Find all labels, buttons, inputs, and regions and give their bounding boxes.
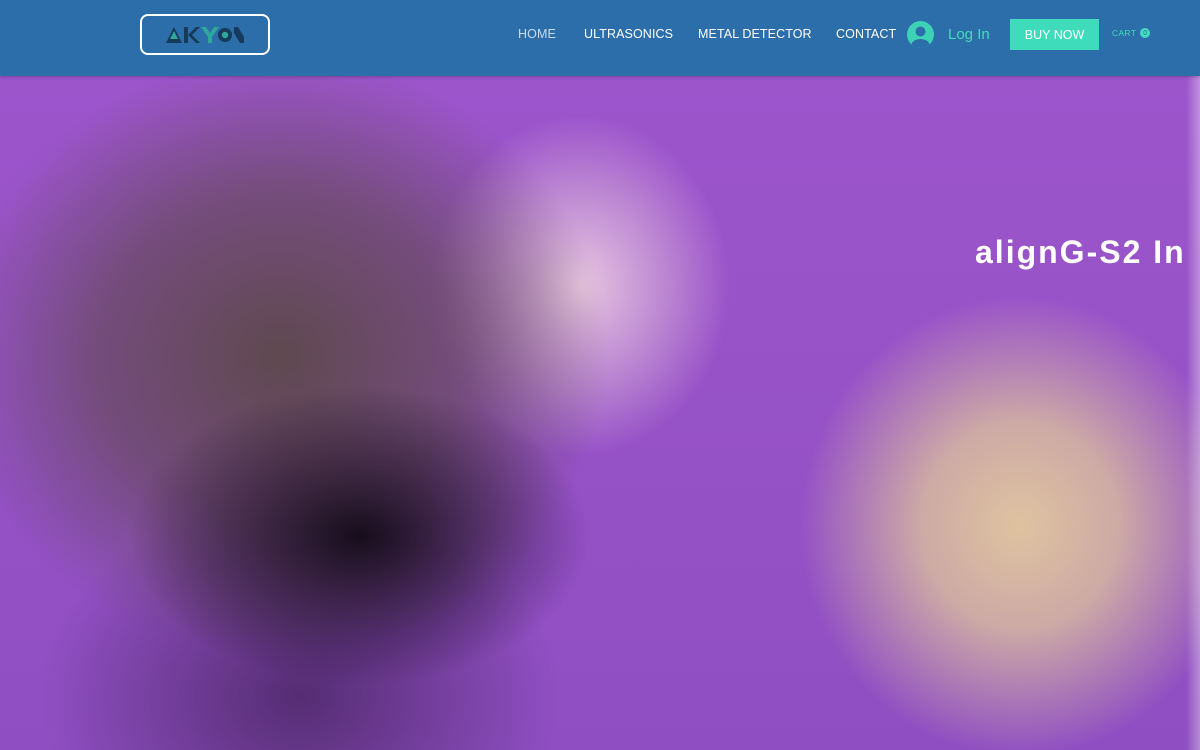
nav-metal-detector[interactable]: METAL DETECTOR xyxy=(698,27,812,41)
login-button[interactable]: Log In xyxy=(907,20,990,48)
logo[interactable] xyxy=(140,14,270,55)
akyon-logo-mark xyxy=(166,26,244,43)
nav-ultrasonics[interactable]: ULTRASONICS xyxy=(584,27,673,41)
cart-label: CART xyxy=(1112,28,1137,38)
hero-edge-fade xyxy=(1186,76,1200,750)
site-header: HOME ULTRASONICS METAL DETECTOR CONTACT … xyxy=(0,0,1200,76)
buy-now-button[interactable]: BUY NOW xyxy=(1010,19,1099,50)
user-avatar-icon xyxy=(907,20,934,48)
nav-contact[interactable]: CONTACT xyxy=(836,27,896,41)
cart-button[interactable]: CART 0 xyxy=(1112,27,1151,39)
cart-count-badge: 0 xyxy=(1140,28,1151,38)
nav-home[interactable]: HOME xyxy=(518,27,556,41)
hero-title: alignG-S2 In xyxy=(975,234,1186,270)
login-label: Log In xyxy=(948,25,990,43)
hero-background-image xyxy=(0,76,1200,750)
hero-section: alignG-S2 In xyxy=(0,76,1200,750)
